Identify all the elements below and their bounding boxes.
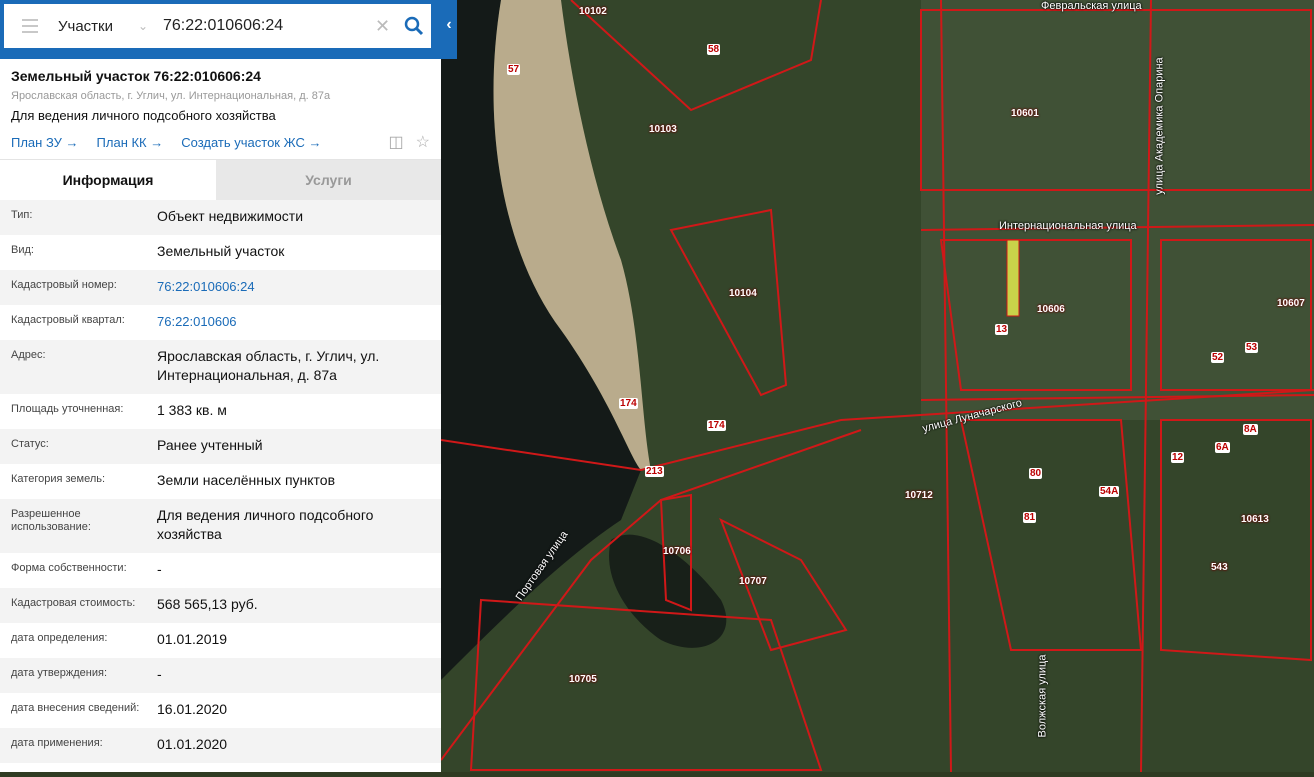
row-value: Объект недвижимости [157,208,304,224]
row-value: 01.01.2020 [157,736,228,752]
block-label: 10705 [569,674,597,685]
object-address: Ярославская область, г. Углич, ул. Интер… [11,90,331,102]
info-row: дата определения: 01.01.2019 [0,623,441,658]
create-zhs-link[interactable]: Создать участок ЖС → [181,135,321,150]
row-value[interactable]: 76:22:010606:24 [157,277,430,296]
parcel-number: 12 [1171,452,1185,463]
object-title: Земельный участок 76:22:010606:24 [11,68,261,84]
map-imagery [440,0,1314,773]
block-label: 10606 [1037,304,1065,315]
cadastral-map[interactable]: Интернациональная улица улица Луначарско… [440,0,1314,773]
row-label: Кадастровый квартал: [11,314,125,326]
block-label: 10712 [905,490,933,501]
info-table: Тип: Объект недвижимости Вид: Земельный уча… [0,200,441,763]
row-value: 16.01.2020 [157,701,228,717]
document-search-icon[interactable]: ◫ [389,132,404,152]
info-row: Форма собственности: - [0,553,441,588]
row-value[interactable]: 76:22:010606 [157,312,430,331]
row-value: Земельный участок [157,243,285,259]
street-label: Февральская улица [1041,0,1142,12]
search-icon[interactable] [404,16,424,36]
row-label: Кадастровая стоимость: [11,597,136,609]
street-label: Интернациональная улица [999,220,1137,232]
parcel-number: 174 [707,420,726,431]
block-label: 10613 [1241,514,1269,525]
parcel-number: 8А [1243,424,1258,435]
row-label: дата определения: [11,632,108,644]
info-row: дата внесения сведений: 16.01.2020 [0,693,441,728]
object-header: Земельный участок 76:22:010606:24 Яросла… [0,59,441,161]
info-row: Адрес: Ярославская область, г. Углич, ул.… [0,340,441,394]
street-label: улица Академика Опарина [1153,57,1166,195]
chevron-down-icon[interactable]: ⌄ [138,19,163,33]
block-label: 10103 [649,124,677,135]
row-label: Вид: [11,244,34,256]
category-select[interactable]: Участки [58,18,138,35]
parcel-number: 13 [995,324,1009,335]
row-label: Тип: [11,209,33,221]
info-row: Тип: Объект недвижимости [0,200,441,235]
plan-kk-link[interactable]: План КК → [97,135,164,150]
row-label: Адрес: [11,349,46,361]
info-row: дата утверждения: - [0,658,441,693]
parcel-number: 57 [507,64,521,75]
block-label: 543 [1211,562,1228,573]
row-value: Ранее учтенный [157,437,263,453]
plan-zu-link[interactable]: План ЗУ → [11,135,79,150]
parcel-number: 213 [645,466,664,477]
tab-information[interactable]: Информация [0,160,216,200]
tab-services[interactable]: Услуги [216,160,441,200]
search-bar: Участки ⌄ ✕ ‹ [0,0,457,59]
info-row: Кадастровый квартал: 76:22:010606 [0,305,441,340]
menu-icon[interactable] [22,19,38,33]
info-row: Разрешенное использование: Для ведения ли… [0,499,441,553]
row-value: 01.01.2019 [157,631,228,647]
block-label: 10607 [1277,298,1305,309]
search-input[interactable] [163,17,363,35]
row-label: Категория земель: [11,473,106,485]
row-label: дата применения: [11,737,103,749]
row-value: - [157,561,162,577]
parcel-number: 6А [1215,442,1230,453]
collapse-panel-icon[interactable]: ‹ [441,12,457,38]
row-value: 1 383 кв. м [157,402,227,418]
info-row: Кадастровый номер: 76:22:010606:24 [0,270,441,305]
row-value: 568 565,13 руб. [157,596,258,612]
info-row: Категория земель: Земли населённых пункто… [0,464,441,499]
row-label: дата внесения сведений: [11,702,140,714]
parcel-number: 53 [1245,342,1259,353]
block-label: 10707 [739,576,767,587]
block-label: 10102 [579,6,607,17]
star-icon[interactable]: ☆ [416,132,430,152]
parcel-number: 80 [1029,468,1043,479]
street-label: Волжская улица [1036,654,1049,738]
row-label: Кадастровый номер: [11,279,117,291]
row-label: Площадь уточненная: [11,403,124,415]
parcel-number: 174 [619,398,638,409]
row-value: Для ведения личного подсобного хозяйства [157,507,374,542]
parcel-number: 81 [1023,512,1037,523]
info-row: Статус: Ранее учтенный [0,429,441,464]
parcel-number: 58 [707,44,721,55]
block-label: 10601 [1011,108,1039,119]
row-label: Статус: [11,438,49,450]
info-panel: Земельный участок 76:22:010606:24 Яросла… [0,0,441,772]
row-label: Разрешенное использование: [11,508,91,533]
row-value: Земли населённых пунктов [157,472,336,488]
parcel-number: 52 [1211,352,1225,363]
clear-icon[interactable]: ✕ [375,16,390,37]
row-label: Форма собственности: [11,562,127,574]
info-row: дата применения: 01.01.2020 [0,728,441,763]
object-purpose: Для ведения личного подсобного хозяйства [11,108,276,123]
info-row: Вид: Земельный участок [0,235,441,270]
row-value: Ярославская область, г. Углич, ул. Интер… [157,348,380,383]
info-row: Кадастровая стоимость: 568 565,13 руб. [0,588,441,623]
parcel-number: 54А [1099,486,1120,497]
info-row: Площадь уточненная: 1 383 кв. м [0,394,441,429]
row-value: - [157,666,162,682]
block-label: 10104 [729,288,757,299]
block-label: 10706 [663,546,691,557]
row-label: дата утверждения: [11,667,108,679]
